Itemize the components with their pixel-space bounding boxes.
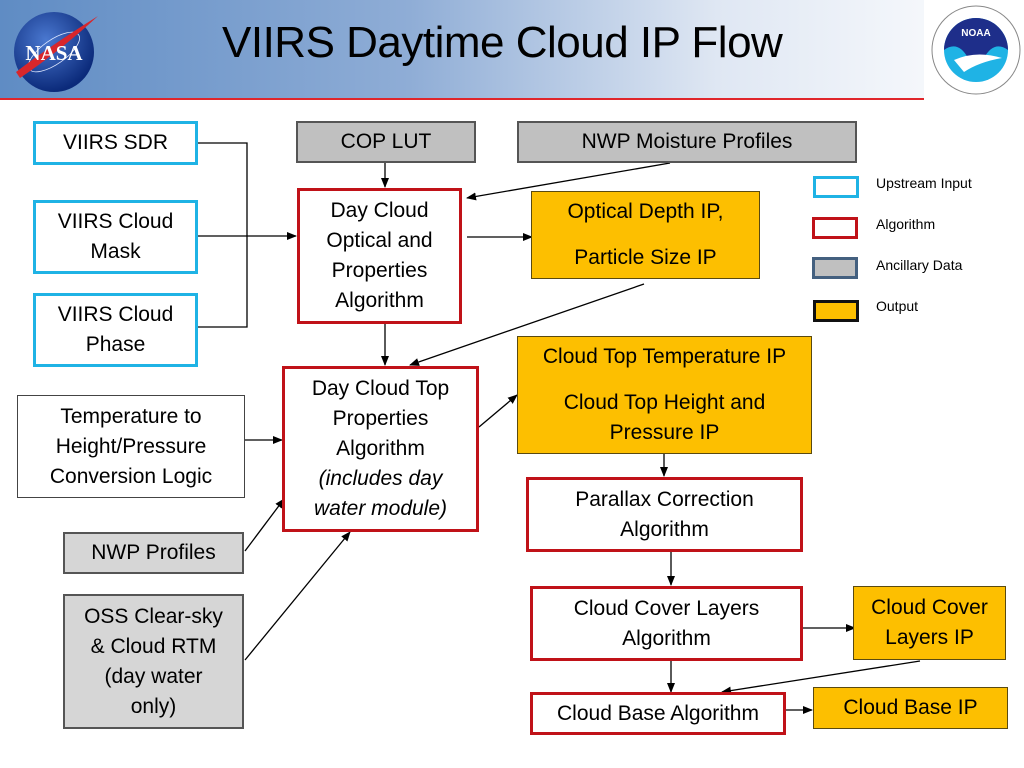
node-label: NWP Profiles xyxy=(91,541,216,564)
node-note: water module) xyxy=(313,497,448,520)
node-cop-lut: COP LUT xyxy=(296,121,476,163)
node-label: Algorithm xyxy=(622,626,711,650)
node-label: Parallax Correction xyxy=(575,487,754,511)
node-label: Conversion Logic xyxy=(49,464,213,488)
header-divider xyxy=(0,98,924,100)
legend-swatch-upstream xyxy=(813,176,859,198)
node-viirs-sdr: VIIRS SDR xyxy=(33,121,198,165)
node-optical-depth-ip: Optical Depth IP, Particle Size IP xyxy=(531,191,760,279)
node-label: OSS Clear-sky xyxy=(84,604,223,628)
node-day-cloud-top-algorithm: Day Cloud Top Properties Algorithm (incl… xyxy=(282,366,479,532)
node-nwp-moisture-profiles: NWP Moisture Profiles xyxy=(517,121,857,163)
node-cloud-top-ip: Cloud Top Temperature IP Cloud Top Heigh… xyxy=(517,336,812,454)
nasa-logo-icon: NASA xyxy=(14,12,98,92)
node-label: (day water xyxy=(104,664,203,688)
edge-oss-rtm xyxy=(244,531,351,661)
node-label: Cloud Base Algorithm xyxy=(557,701,759,725)
node-label: Layers IP xyxy=(885,626,974,649)
node-label: Cloud Base IP xyxy=(843,696,978,719)
node-label: Properties xyxy=(332,407,429,430)
node-label: Optical and xyxy=(326,229,433,252)
node-label: Optical Depth IP, xyxy=(567,200,724,223)
edge-viirs-sdr xyxy=(198,142,248,236)
node-label: Cloud Top Height and xyxy=(563,391,766,414)
node-label: NWP Moisture Profiles xyxy=(581,130,793,153)
node-label: & Cloud RTM xyxy=(90,634,217,658)
node-day-cloud-optical-algorithm: Day Cloud Optical and Properties Algorit… xyxy=(297,188,462,324)
node-label: Day Cloud Top xyxy=(311,377,450,400)
node-nwp-profiles: NWP Profiles xyxy=(63,532,244,574)
legend-swatch-algorithm xyxy=(812,217,858,239)
node-label: Cloud Cover Layers xyxy=(573,596,760,620)
node-note: (includes day xyxy=(318,467,443,490)
legend-label: Upstream Input xyxy=(876,175,972,191)
node-label: Phase xyxy=(85,333,146,356)
node-viirs-cloud-mask: VIIRS Cloud Mask xyxy=(33,200,198,274)
node-cloud-base-ip: Cloud Base IP xyxy=(813,687,1008,729)
node-label: Algorithm xyxy=(620,517,709,541)
node-label: Cloud Cover xyxy=(871,596,988,619)
node-label: VIIRS Cloud xyxy=(57,210,174,233)
page-title: VIIRS Daytime Cloud IP Flow xyxy=(222,18,783,67)
legend-swatch-output xyxy=(813,300,859,322)
node-label: COP LUT xyxy=(340,130,432,153)
node-label: Particle Size IP xyxy=(574,246,717,269)
node-label: VIIRS Cloud xyxy=(57,303,174,326)
edge-top-to-ctip xyxy=(478,394,518,428)
legend-label: Ancillary Data xyxy=(876,257,963,273)
legend-label: Output xyxy=(876,298,919,314)
node-label: Height/Pressure xyxy=(55,434,207,458)
legend-label: Algorithm xyxy=(876,216,936,232)
edge-nwp-profiles xyxy=(244,498,285,552)
node-label: Mask xyxy=(90,240,141,263)
legend-swatch-ancillary xyxy=(812,257,858,279)
node-label: Day Cloud xyxy=(330,199,429,222)
edge-viirs-phase xyxy=(198,236,248,328)
node-cloud-cover-layers-ip: Cloud Cover Layers IP xyxy=(853,586,1006,660)
node-cloud-cover-layers-algorithm: Cloud Cover Layers Algorithm xyxy=(530,586,803,661)
node-label: Algorithm xyxy=(335,289,424,312)
node-label: Properties xyxy=(331,259,428,282)
node-label: VIIRS SDR xyxy=(62,131,169,154)
node-parallax-correction-algorithm: Parallax Correction Algorithm xyxy=(526,477,803,552)
node-label: Cloud Top Temperature IP xyxy=(542,345,787,368)
noaa-logo-icon: NOAA xyxy=(924,0,1024,98)
node-label: only) xyxy=(130,694,177,718)
node-viirs-cloud-phase: VIIRS Cloud Phase xyxy=(33,293,198,367)
node-temperature-conversion-logic: Temperature to Height/Pressure Conversio… xyxy=(17,395,245,498)
node-label: Temperature to xyxy=(60,404,202,428)
svg-text:NASA: NASA xyxy=(25,41,83,65)
svg-text:NOAA: NOAA xyxy=(961,28,990,39)
node-label: Pressure IP xyxy=(609,421,720,444)
node-oss-rtm: OSS Clear-sky & Cloud RTM (day water onl… xyxy=(63,594,244,729)
node-cloud-base-algorithm: Cloud Base Algorithm xyxy=(530,692,786,735)
node-label: Algorithm xyxy=(336,437,425,460)
